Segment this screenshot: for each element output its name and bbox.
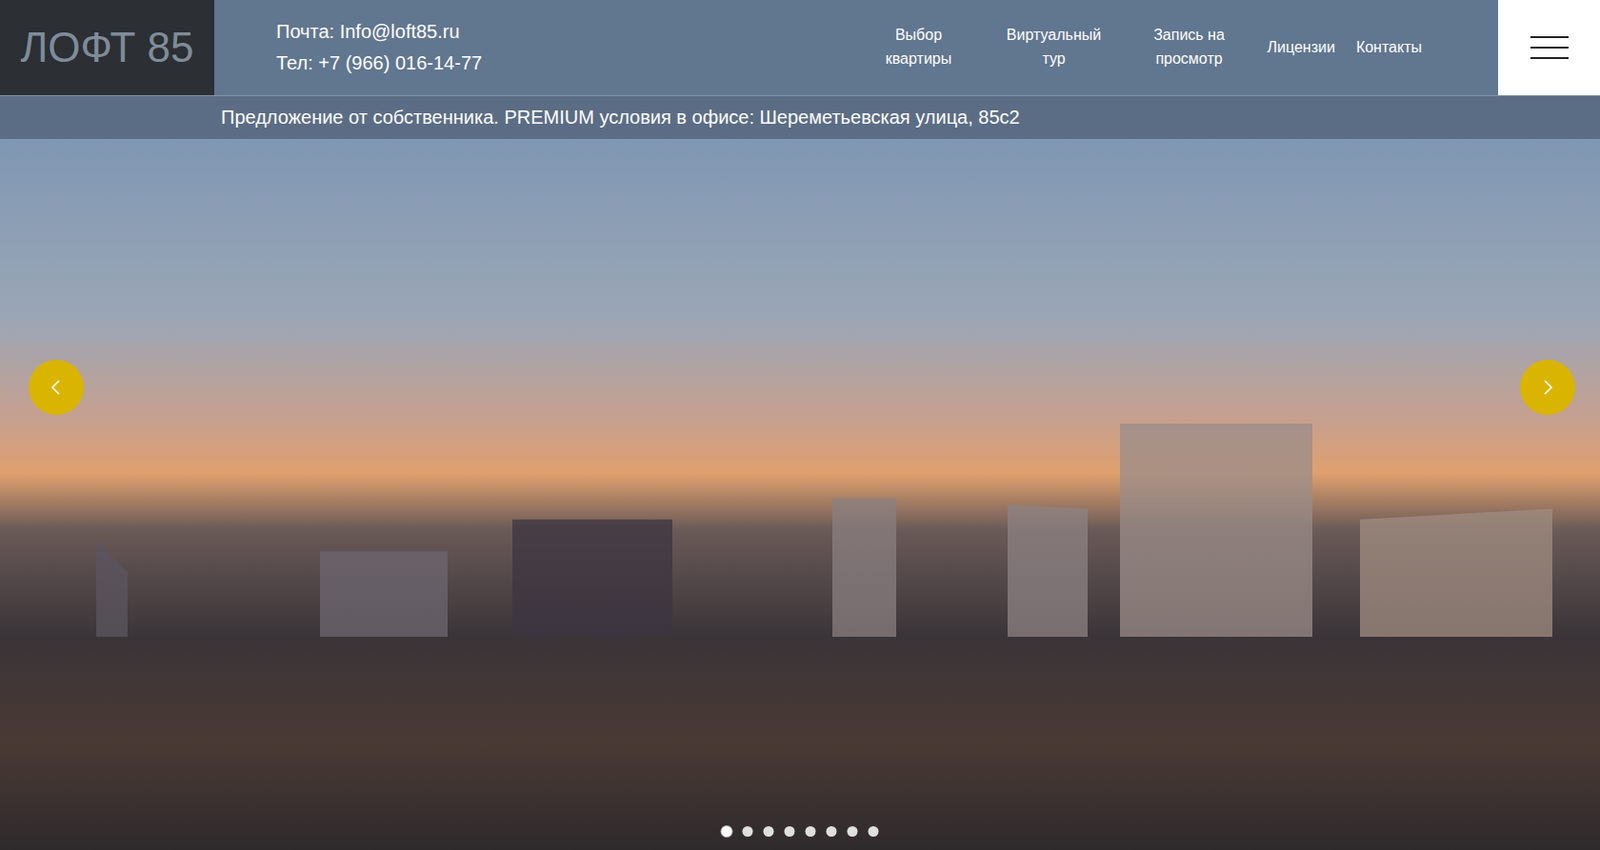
offer-banner: Предложение от собственника. PREMIUM усл… <box>0 96 1600 140</box>
slide-dot[interactable] <box>721 826 733 838</box>
hero-slider <box>0 139 1600 850</box>
header: ЛОФТ 85 Почта: Info@loft85.ru Тел: +7 (966… <box>0 0 1600 97</box>
next-slide-button[interactable] <box>1520 360 1576 416</box>
city-photo <box>0 139 1600 850</box>
slide-dot[interactable] <box>742 826 754 838</box>
nav-item[interactable]: Виртуальный тур <box>997 23 1112 72</box>
chevron-left-icon <box>45 377 67 399</box>
menu-button[interactable] <box>1498 0 1600 96</box>
offer-text: Предложение от собственника. PREMIUM усл… <box>220 106 1020 129</box>
slide-dots <box>721 826 880 838</box>
nav-item[interactable]: Выбор квартиры <box>861 23 977 72</box>
nav-item[interactable]: Запись на просмотр <box>1132 23 1247 72</box>
main-nav: Выбор квартиры Виртуальный тур Запись на п… <box>861 0 1499 96</box>
chevron-right-icon <box>1537 377 1559 399</box>
city-skyline <box>0 423 1600 638</box>
page: ЛОФТ 85 Почта: Info@loft85.ru Тел: +7 (966… <box>0 0 1600 850</box>
contact-line[interactable]: Тел: +7 (966) 016-14-77 <box>276 52 482 75</box>
slide-dot[interactable] <box>826 826 838 838</box>
nav-item[interactable]: Контакты <box>1356 36 1422 60</box>
hamburger-icon <box>1530 36 1569 60</box>
prev-slide-button[interactable] <box>28 360 84 416</box>
contact-line[interactable]: Почта: Info@loft85.ru <box>276 20 482 43</box>
slide-dot[interactable] <box>784 826 796 838</box>
slide-dot[interactable] <box>868 826 880 838</box>
logo[interactable]: ЛОФТ 85 <box>0 0 215 96</box>
slide-dot[interactable] <box>805 826 817 838</box>
slide-dot[interactable] <box>763 826 775 838</box>
nav-item[interactable]: Лицензии <box>1267 36 1336 60</box>
contacts: Почта: Info@loft85.ru Тел: +7 (966) 016-1… <box>214 0 482 96</box>
slide-dot[interactable] <box>847 826 859 838</box>
